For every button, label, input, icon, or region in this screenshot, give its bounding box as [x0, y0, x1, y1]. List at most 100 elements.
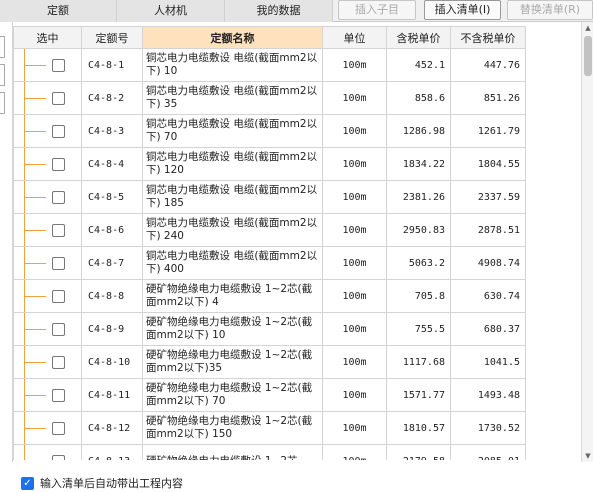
- row-select-cell[interactable]: [13, 312, 82, 346]
- table-row[interactable]: C4-8-4 铜芯电力电缆敷设 电缆(截面mm2以下) 120 100m 1834.2…: [13, 147, 526, 181]
- row-name: 硬矿物绝缘电力电缆敷设 1~2芯(截面mm2以下) 4: [142, 279, 323, 313]
- row-name: 硬矿物绝缘电力电缆敷设 1~2芯: [142, 444, 323, 460]
- row-code: C4-8-1: [81, 48, 143, 82]
- row-tax-price: 452.1: [386, 48, 451, 82]
- table-row[interactable]: C4-8-2 铜芯电力电缆敷设 电缆(截面mm2以下) 35 100m 858.6 85…: [13, 81, 526, 115]
- auto-bring-checkbox[interactable]: ✓: [21, 477, 34, 490]
- row-select-cell[interactable]: [13, 147, 82, 181]
- table-row[interactable]: C4-8-8 硬矿物绝缘电力电缆敷设 1~2芯(截面mm2以下) 4 100m 705…: [13, 279, 526, 313]
- table-row[interactable]: C4-8-3 铜芯电力电缆敷设 电缆(截面mm2以下) 70 100m 1286.98…: [13, 114, 526, 148]
- row-checkbox[interactable]: [52, 356, 65, 369]
- row-notax-price: 1730.52: [450, 411, 526, 445]
- row-select-cell[interactable]: [13, 279, 82, 313]
- table-row[interactable]: C4-8-11 硬矿物绝缘电力电缆敷设 1~2芯(截面mm2以下) 70 100m 1…: [13, 378, 526, 412]
- header-name[interactable]: 定额名称: [142, 26, 323, 49]
- row-tax-price: 858.6: [386, 81, 451, 115]
- row-notax-price: 851.26: [450, 81, 526, 115]
- header-select[interactable]: 选中: [13, 26, 82, 49]
- row-name: 铜芯电力电缆敷设 电缆(截面mm2以下) 240: [142, 213, 323, 247]
- quota-table: 选中 定额号 定额名称 单位 含税单价 不含税单价 C4-8-1 铜芯电力电缆敷设…: [13, 26, 581, 460]
- table-row[interactable]: C4-8-7 铜芯电力电缆敷设 电缆(截面mm2以下) 400 100m 5063.2…: [13, 246, 526, 280]
- footer-options: ✓ 输入清单后自动带出工程内容: [0, 462, 593, 492]
- row-select-cell[interactable]: [13, 345, 82, 379]
- tree-branch: [24, 197, 46, 198]
- row-select-cell[interactable]: [13, 81, 82, 115]
- header-unit[interactable]: 单位: [322, 26, 387, 49]
- table-row[interactable]: C4-8-6 铜芯电力电缆敷设 电缆(截面mm2以下) 240 100m 2950.8…: [13, 213, 526, 247]
- table-row[interactable]: C4-8-1 铜芯电力电缆敷设 电缆(截面mm2以下) 10 100m 452.1 44…: [13, 48, 526, 82]
- row-checkbox[interactable]: [52, 389, 65, 402]
- row-checkbox[interactable]: [52, 422, 65, 435]
- row-tax-price: 1286.98: [386, 114, 451, 148]
- row-unit: 100m: [322, 444, 387, 460]
- table-row[interactable]: C4-8-5 铜芯电力电缆敷设 电缆(截面mm2以下) 185 100m 2381.2…: [13, 180, 526, 214]
- row-checkbox[interactable]: [52, 224, 65, 237]
- vertical-scrollbar[interactable]: ▲ ▼: [581, 22, 593, 462]
- table-row[interactable]: C4-8-12 硬矿物绝缘电力电缆敷设 1~2芯(截面mm2以下) 150 100m…: [13, 411, 526, 445]
- row-checkbox[interactable]: [52, 125, 65, 138]
- insert-list-button[interactable]: 插入清单(I): [424, 0, 501, 20]
- row-unit: 100m: [322, 411, 387, 445]
- row-notax-price: 1261.79: [450, 114, 526, 148]
- row-tax-price: 1571.77: [386, 378, 451, 412]
- row-tax-price: 2381.26: [386, 180, 451, 214]
- tree-branch: [24, 98, 46, 99]
- row-checkbox[interactable]: [52, 191, 65, 204]
- tree-marker: [0, 36, 5, 58]
- row-checkbox[interactable]: [52, 455, 65, 460]
- tree-branch: [24, 428, 46, 429]
- tree-branch: [24, 230, 46, 231]
- row-checkbox[interactable]: [52, 92, 65, 105]
- row-checkbox[interactable]: [52, 323, 65, 336]
- scroll-down-arrow-icon[interactable]: ▼: [582, 450, 593, 462]
- table-header-row: 选中 定额号 定额名称 单位 含税单价 不含税单价: [13, 26, 526, 49]
- table-row[interactable]: C4-8-10 硬矿物绝缘电力电缆敷设 1~2芯(截面mm2以下)35 100m 11…: [13, 345, 526, 379]
- header-notax-price[interactable]: 不含税单价: [450, 26, 526, 49]
- tree-branch: [24, 263, 46, 264]
- row-tax-price: 2950.83: [386, 213, 451, 247]
- tab-my-data[interactable]: 我的数据: [225, 0, 333, 22]
- row-name: 铜芯电力电缆敷设 电缆(截面mm2以下) 10: [142, 48, 323, 82]
- row-name: 铜芯电力电缆敷设 电缆(截面mm2以下) 70: [142, 114, 323, 148]
- row-code: C4-8-8: [81, 279, 143, 313]
- row-name: 铜芯电力电缆敷设 电缆(截面mm2以下) 185: [142, 180, 323, 214]
- row-notax-price: 1041.5: [450, 345, 526, 379]
- row-name: 铜芯电力电缆敷设 电缆(截面mm2以下) 120: [142, 147, 323, 181]
- tree-line: [24, 445, 25, 460]
- row-notax-price: 630.74: [450, 279, 526, 313]
- insert-sub-item-button[interactable]: 插入子目: [338, 0, 416, 20]
- row-name: 铜芯电力电缆敷设 电缆(截面mm2以下) 35: [142, 81, 323, 115]
- row-name: 铜芯电力电缆敷设 电缆(截面mm2以下) 400: [142, 246, 323, 280]
- row-notax-price: 2085.01: [450, 444, 526, 460]
- row-select-cell[interactable]: [13, 114, 82, 148]
- row-checkbox[interactable]: [52, 59, 65, 72]
- replace-list-button[interactable]: 替换清单(R): [507, 0, 593, 20]
- row-select-cell[interactable]: [13, 378, 82, 412]
- tab-labor-material-machine[interactable]: 人材机: [117, 0, 225, 22]
- table-row[interactable]: C4-8-13硬矿物绝缘电力电缆敷设 1~2芯100m2179.582085.0…: [13, 444, 526, 460]
- row-tax-price: 1810.57: [386, 411, 451, 445]
- row-code: C4-8-7: [81, 246, 143, 280]
- tree-branch: [24, 131, 46, 132]
- tree-branch: [24, 395, 46, 396]
- scroll-up-arrow-icon[interactable]: ▲: [582, 22, 593, 34]
- row-select-cell[interactable]: [13, 444, 82, 460]
- row-select-cell[interactable]: [13, 246, 82, 280]
- row-checkbox[interactable]: [52, 257, 65, 270]
- row-checkbox[interactable]: [52, 158, 65, 171]
- table-row[interactable]: C4-8-9 硬矿物绝缘电力电缆敷设 1~2芯(截面mm2以下) 10 100m 75…: [13, 312, 526, 346]
- auto-bring-label: 输入清单后自动带出工程内容: [40, 477, 183, 490]
- row-select-cell[interactable]: [13, 48, 82, 82]
- row-unit: 100m: [322, 246, 387, 280]
- row-select-cell[interactable]: [13, 180, 82, 214]
- scroll-thumb[interactable]: [584, 36, 592, 76]
- row-tax-price: 705.8: [386, 279, 451, 313]
- tree-marker: [0, 64, 5, 86]
- tab-quota[interactable]: 定额: [0, 0, 117, 22]
- row-name: 硬矿物绝缘电力电缆敷设 1~2芯(截面mm2以下)35: [142, 345, 323, 379]
- row-select-cell[interactable]: [13, 213, 82, 247]
- header-code[interactable]: 定额号: [81, 26, 143, 49]
- row-select-cell[interactable]: [13, 411, 82, 445]
- header-tax-price[interactable]: 含税单价: [386, 26, 451, 49]
- row-checkbox[interactable]: [52, 290, 65, 303]
